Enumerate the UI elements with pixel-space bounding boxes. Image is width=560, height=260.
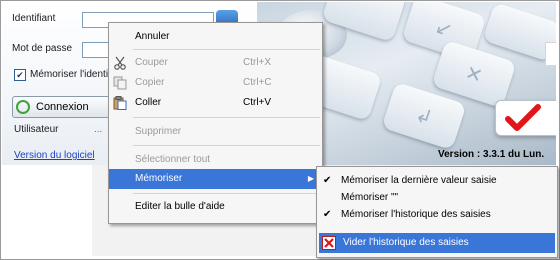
copy-icon — [113, 76, 127, 90]
menu-item-coller[interactable]: Coller Ctrl+V — [109, 93, 322, 113]
check-icon: ✔ — [323, 209, 332, 220]
checkmark-icon — [505, 104, 541, 131]
submenu-item-vider-historique[interactable]: Vider l'historique des saisies — [319, 233, 555, 253]
identifiant-label: Identifiant — [12, 13, 56, 24]
menu-separator — [133, 49, 320, 50]
connexion-button-label: Connexion — [36, 101, 89, 113]
memoriser-label: Mémoriser l'identi — [30, 69, 109, 80]
menu-separator — [133, 117, 320, 118]
delete-icon — [322, 236, 336, 250]
scissors-icon — [114, 56, 126, 70]
menu-item-selectionner-tout[interactable]: Sélectionner tout — [109, 150, 322, 170]
power-icon — [16, 100, 30, 114]
menu-item-label: Annuler — [135, 31, 170, 42]
lower-left-panel — [2, 165, 92, 256]
submenu-arrow-icon: ▶ — [307, 174, 314, 183]
menu-item-copier[interactable]: Copier Ctrl+C — [109, 73, 322, 93]
utilisateur-label: Utilisateur — [14, 124, 59, 135]
context-menu: Annuler Couper Ctrl+X Copier Ctrl+C Coll… — [108, 22, 323, 224]
memoriser-checkbox[interactable]: ✔ — [14, 69, 26, 81]
check-card — [495, 100, 556, 136]
menu-item-label: Sélectionner tout — [135, 154, 211, 165]
menu-item-shortcut: Ctrl+C — [243, 77, 272, 88]
menu-item-label: Supprimer — [135, 126, 182, 137]
submenu-item-label: Mémoriser l'historique des saisies — [341, 209, 491, 220]
menu-item-shortcut: Ctrl+X — [243, 57, 272, 68]
submenu-item-label: Vider l'historique des saisies — [343, 237, 469, 248]
mot-de-passe-label: Mot de passe — [12, 43, 73, 54]
menu-item-label: Coller — [135, 97, 162, 108]
menu-item-label: Couper — [135, 57, 168, 68]
menu-separator — [133, 145, 320, 146]
connexion-button[interactable]: Connexion — [12, 96, 110, 118]
edge-tab — [545, 42, 556, 66]
menu-item-couper[interactable]: Couper Ctrl+X — [109, 53, 322, 73]
memoriser-submenu: ✔ Mémoriser la dernière valeur saisie Mé… — [316, 166, 558, 258]
version-text: Version : 3.3.1 du Lun. — [438, 149, 545, 160]
submenu-item-historique[interactable]: ✔ Mémoriser l'historique des saisies — [317, 205, 557, 225]
version-link[interactable]: Version du logiciel — [14, 150, 95, 161]
paste-icon — [113, 96, 127, 110]
menu-item-label: Editer la bulle d'aide — [135, 201, 225, 212]
utilisateur-value: ... — [94, 124, 103, 135]
menu-item-shortcut: Ctrl+V — [243, 97, 272, 108]
menu-item-label: Copier — [135, 77, 165, 88]
menu-item-label: Mémoriser — [135, 173, 183, 184]
menu-item-supprimer[interactable]: Supprimer — [109, 122, 322, 142]
menu-item-annuler[interactable]: Annuler — [109, 27, 322, 47]
menu-separator — [133, 193, 320, 194]
menu-item-memoriser[interactable]: Mémoriser ▶ — [109, 169, 322, 189]
menu-item-editer-bulle[interactable]: Editer la bulle d'aide — [109, 197, 322, 217]
